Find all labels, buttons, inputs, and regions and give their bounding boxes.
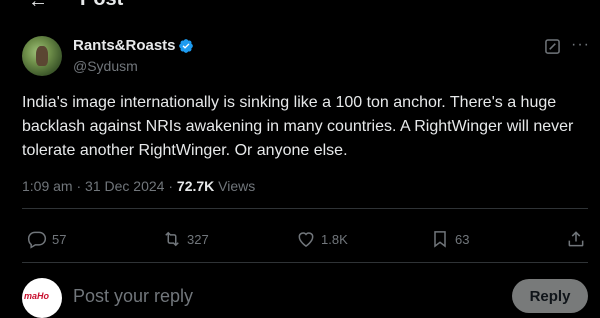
- top-bar: ← Post: [0, 0, 600, 14]
- bookmark-count: 63: [455, 231, 470, 247]
- post-date[interactable]: 31 Dec 2024: [85, 178, 164, 194]
- divider: [22, 262, 588, 263]
- meta-separator: ·: [168, 178, 174, 194]
- more-options-icon[interactable]: ···: [571, 36, 590, 54]
- reply-submit-button[interactable]: Reply: [512, 279, 588, 313]
- arrow-left-icon[interactable]: ←: [28, 0, 48, 13]
- author-display-name[interactable]: Rants&Roasts: [73, 37, 176, 54]
- heart-icon: [298, 232, 314, 247]
- bookmark-icon: [434, 231, 446, 248]
- share-icon: [568, 231, 584, 247]
- author-avatar[interactable]: [22, 36, 62, 76]
- reply-button[interactable]: 57: [27, 228, 66, 250]
- views-label: Views: [218, 178, 256, 194]
- page-title: Post: [80, 0, 123, 11]
- meta-separator: ·: [76, 178, 82, 194]
- author-handle[interactable]: @Sydusm: [73, 58, 138, 74]
- like-button[interactable]: 1.8K: [296, 228, 348, 250]
- like-count: 1.8K: [321, 231, 348, 247]
- share-button[interactable]: [566, 228, 591, 250]
- repost-button[interactable]: 327: [162, 228, 209, 250]
- post-text: India's image internationally is sinking…: [22, 94, 574, 159]
- divider: [22, 208, 588, 209]
- reply-input[interactable]: Post your reply: [73, 286, 193, 307]
- repost-icon: [165, 231, 179, 247]
- current-user-avatar[interactable]: maHo: [22, 278, 62, 318]
- bookmark-button[interactable]: 63: [430, 228, 469, 250]
- views-count: 72.7K: [176, 178, 215, 194]
- reply-count: 57: [52, 231, 67, 247]
- post-meta: 1:09 am · 31 Dec 2024 · 72.7K Views: [22, 178, 255, 194]
- post-time[interactable]: 1:09 am: [22, 178, 73, 194]
- repost-count: 327: [187, 231, 209, 247]
- verified-badge-icon: [179, 39, 193, 53]
- grok-icon[interactable]: [545, 39, 560, 54]
- reply-icon: [27, 231, 47, 249]
